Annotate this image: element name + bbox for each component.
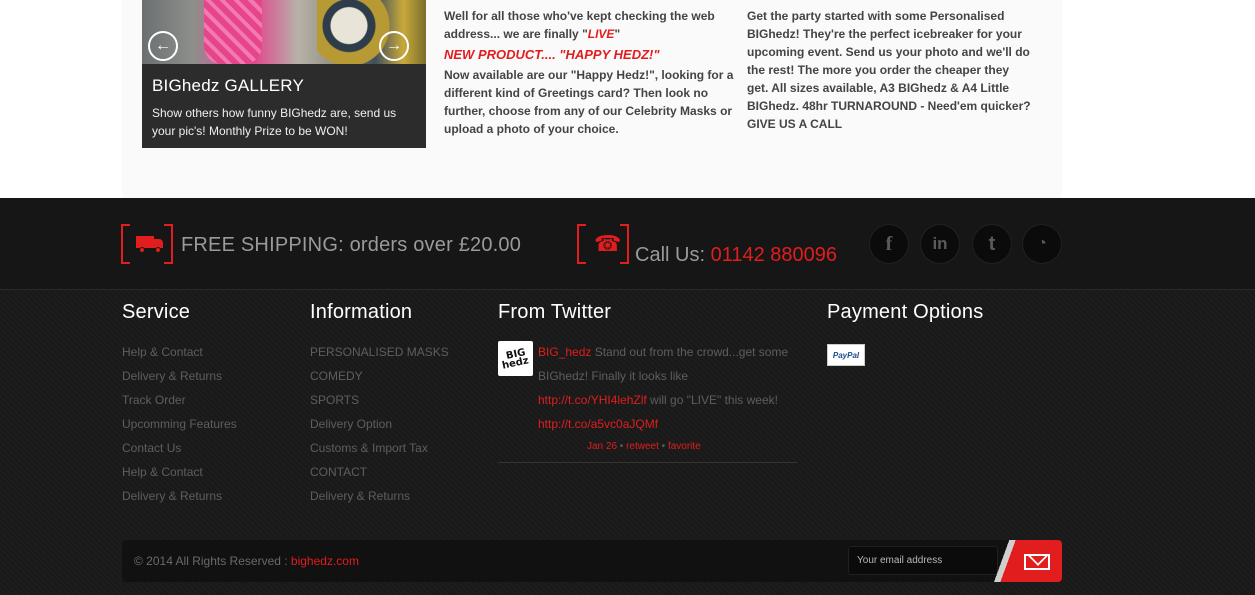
live-text: LIVE xyxy=(587,27,615,41)
envelope-icon xyxy=(1024,554,1050,570)
information-link[interactable]: SPORTS xyxy=(310,388,449,412)
twitter-heading: From Twitter xyxy=(498,301,612,323)
arrow-left-icon[interactable]: ← xyxy=(148,31,178,61)
call-label: Call Us: xyxy=(635,244,711,266)
service-link[interactable]: Help & Contact xyxy=(122,340,237,364)
free-shipping-text: FREE SHIPPING: orders over £20.00 xyxy=(181,234,522,256)
paypal-logo: PayPal xyxy=(827,344,865,366)
separator: • xyxy=(658,441,668,452)
info-banner: FREE SHIPPING: orders over £20.00 ☎ Call… xyxy=(0,198,1255,290)
new-product-heading: NEW PRODUCT.... "HAPPY HEDZ!" xyxy=(444,47,660,62)
information-link[interactable]: COMEDY xyxy=(310,364,449,388)
information-heading: Information xyxy=(310,301,413,323)
tweet-body: will go "LIVE" this week! xyxy=(646,393,778,407)
subscribe-button[interactable] xyxy=(988,540,1062,582)
bottom-bar: © 2014 All Rights Reserved : bighedz.com xyxy=(122,540,1062,582)
twitter-icon[interactable]: t xyxy=(972,224,1012,264)
service-link[interactable]: Contact Us xyxy=(122,436,237,460)
news-intro-text: Well for all those who've kept checking … xyxy=(444,9,715,41)
gallery-caption: BIGhedz GALLERY Show others how funny BI… xyxy=(142,64,426,148)
shipping-icon-frame xyxy=(121,224,173,264)
copyright: © 2014 All Rights Reserved : bighedz.com xyxy=(134,554,359,568)
facebook-icon[interactable]: f xyxy=(869,224,909,264)
tweet-date-link[interactable]: Jan 26 xyxy=(587,441,617,452)
information-link[interactable]: PERSONALISED MASKS xyxy=(310,340,449,364)
service-link[interactable]: Delivery & Returns xyxy=(122,364,237,388)
service-link[interactable]: Help & Contact xyxy=(122,460,237,484)
footer: FREE SHIPPING: orders over £20.00 ☎ Call… xyxy=(0,198,1255,595)
service-link[interactable]: Track Order xyxy=(122,388,237,412)
gallery-slider[interactable]: BIGhedz GALLERY Show others how funny BI… xyxy=(142,0,426,148)
separator: • xyxy=(617,441,627,452)
twitter-avatar[interactable]: BIG hedz xyxy=(498,341,533,376)
payment-column: Payment Options PayPal xyxy=(827,301,984,366)
linkedin-icon[interactable]: in xyxy=(920,224,960,264)
payment-heading: Payment Options xyxy=(827,301,984,323)
site-link[interactable]: bighedz.com xyxy=(291,554,359,568)
service-link[interactable]: Delivery & Returns xyxy=(122,484,237,508)
service-link[interactable]: Upcomming Features xyxy=(122,412,237,436)
tweet-link[interactable]: http://t.co/YHI4lehZlf xyxy=(538,393,647,407)
retweet-link[interactable]: retweet xyxy=(626,441,659,452)
twitter-column: From Twitter BIG hedz BIG_hedz Stand out… xyxy=(498,301,798,463)
information-link[interactable]: Customs & Import Tax xyxy=(310,436,449,460)
call-us-text: Call Us: 01142 880096 xyxy=(635,244,837,267)
gallery-title: BIGhedz GALLERY xyxy=(152,76,304,95)
service-column: Service Help & Contact Delivery & Return… xyxy=(122,301,237,508)
tweet-user-link[interactable]: BIG_hedz xyxy=(538,345,591,359)
news-block: Well for all those who've kept checking … xyxy=(444,7,734,138)
call-icon-frame: ☎ xyxy=(577,224,629,264)
information-link[interactable]: Delivery & Returns xyxy=(310,484,449,508)
news-intro: Well for all those who've kept checking … xyxy=(444,7,734,43)
gallery-text: Show others how funny BIGhedz are, send … xyxy=(152,106,397,138)
favorite-link[interactable]: favorite xyxy=(668,441,701,452)
email-input[interactable] xyxy=(849,547,997,574)
party-block: Get the party started with some Personal… xyxy=(747,9,1031,131)
information-column: Information PERSONALISED MASKS COMEDY SP… xyxy=(310,301,449,508)
phone-icon: ☎ xyxy=(594,231,622,256)
tweet-meta: Jan 26 • retweet • favorite xyxy=(587,440,797,454)
tweet-text: BIG_hedz Stand out from the crowd...get … xyxy=(538,340,797,436)
rss-icon[interactable]: ◔ xyxy=(1022,224,1062,264)
truck-icon xyxy=(136,236,164,253)
arrow-right-icon[interactable]: → xyxy=(379,31,409,61)
news-intro-end: " xyxy=(614,27,621,41)
tweet: BIG hedz BIG_hedz Stand out from the cro… xyxy=(498,340,797,463)
information-link[interactable]: Delivery Option xyxy=(310,412,449,436)
information-link[interactable]: CONTACT xyxy=(310,460,449,484)
phone-number[interactable]: 01142 880096 xyxy=(711,244,837,266)
service-heading: Service xyxy=(122,301,191,323)
newsletter-field xyxy=(848,546,998,575)
copyright-text: © 2014 All Rights Reserved : xyxy=(134,554,291,568)
photo-detail xyxy=(204,0,262,64)
news-body: Now available are our "Happy Hedz!", loo… xyxy=(444,68,734,136)
tweet-link[interactable]: http://t.co/a5vc0aJQMf xyxy=(538,417,658,431)
